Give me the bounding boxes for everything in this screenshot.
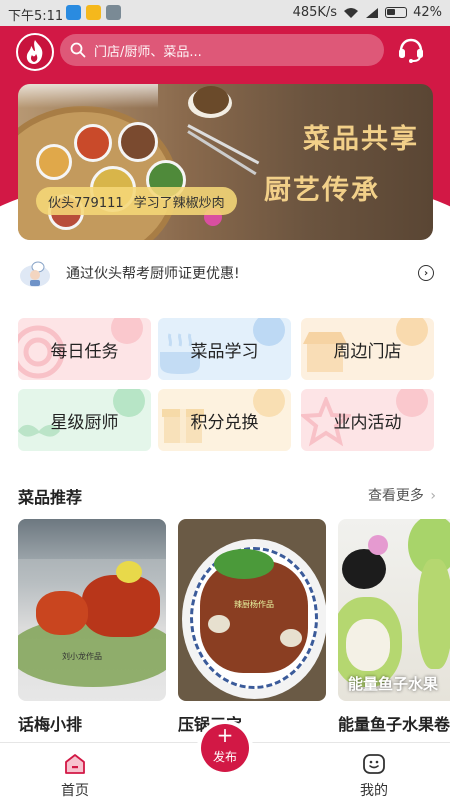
customer-service-icon[interactable] <box>396 35 426 65</box>
tile-star-chef[interactable]: 星级厨师 <box>18 389 151 451</box>
chef-avatar-icon <box>20 261 50 287</box>
section-title: 菜品推荐 <box>18 484 91 508</box>
dish-card[interactable]: 辣厨杨作品 <box>178 519 326 701</box>
dish-name[interactable]: 话梅小排 <box>18 711 82 735</box>
see-more-link[interactable]: 查看更多 › <box>368 485 436 505</box>
dish-name[interactable]: 能量鱼子水果卷 <box>338 711 450 735</box>
home-icon <box>65 754 85 774</box>
dish-card[interactable]: 刘小龙作品 <box>18 519 166 701</box>
roll-image <box>418 559 450 669</box>
nav-home-label: 首页 <box>61 783 89 799</box>
see-more-label: 查看更多 <box>367 488 424 504</box>
banner-title-line2: 厨艺传承 <box>264 175 380 206</box>
home-screen: 下午5:11 485K/s 42% 门店/厨师、菜品... 菜品共享 厨艺传承 … <box>0 0 450 800</box>
sauce <box>193 86 229 114</box>
caviar <box>342 549 386 589</box>
tile-label: 每日任务 <box>50 341 119 362</box>
tile-label: 星级厨师 <box>50 412 119 433</box>
dish-plate <box>118 122 158 162</box>
notice-bar[interactable]: 通过伙头帮考厨师证更优惠! › <box>18 257 436 289</box>
publish-label: 发布 <box>212 750 237 764</box>
clam <box>208 615 230 633</box>
status-bar: 下午5:11 485K/s 42% <box>0 0 450 26</box>
dish-watermark: 刘小龙作品 <box>62 652 102 661</box>
nav-mine[interactable]: 我的 <box>334 743 414 800</box>
dish-overlay-text: 能量鱼子水果 <box>348 675 439 693</box>
search-placeholder: 门店/厨师、菜品... <box>94 44 202 60</box>
garnish <box>116 561 142 583</box>
herb-garnish <box>214 549 274 579</box>
tile-nearby-stores[interactable]: 周边门店 <box>301 318 434 380</box>
wifi-icon <box>344 7 359 18</box>
chopsticks <box>187 124 260 165</box>
clam <box>280 629 302 647</box>
tile-points-exchange[interactable]: 积分兑换 <box>158 389 291 451</box>
kitchen-background <box>18 519 166 559</box>
food-image <box>82 575 160 637</box>
flame-logo-icon[interactable] <box>16 33 54 71</box>
status-time: 下午5:11 <box>8 9 64 24</box>
ticker-user: 伙头779111 <box>48 195 124 211</box>
plus-icon: + <box>216 723 234 747</box>
nav-home[interactable]: 首页 <box>35 743 115 800</box>
dish-plate <box>74 124 112 162</box>
dish-card[interactable]: 能量鱼子水果 <box>338 519 450 701</box>
battery-percent: 42% <box>413 5 442 20</box>
tile-dish-learning[interactable]: 菜品学习 <box>158 318 291 380</box>
food-image <box>36 591 88 635</box>
notification-app-icon <box>86 5 101 20</box>
dish-watermark: 辣厨杨作品 <box>234 600 274 609</box>
tile-daily-task[interactable]: 每日任务 <box>18 318 151 380</box>
search-icon <box>70 42 86 58</box>
tile-label: 积分兑换 <box>190 412 259 433</box>
alipay-icon <box>66 5 81 20</box>
search-input[interactable]: 门店/厨师、菜品... <box>60 34 384 66</box>
network-speed: 485K/s <box>292 5 338 20</box>
flower-garnish <box>368 535 388 555</box>
blossom-decoration <box>18 84 158 108</box>
tile-label: 周边门店 <box>333 341 402 362</box>
publish-button[interactable]: + 发布 <box>201 724 249 772</box>
nav-mine-label: 我的 <box>360 783 388 799</box>
notice-text: 通过伙头帮考厨师证更优惠! <box>66 266 240 282</box>
dish-plate <box>36 144 72 180</box>
chopsticks <box>187 130 257 176</box>
ticker-action: 学习了辣椒炒肉 <box>133 195 225 211</box>
chevron-right-icon[interactable]: › <box>418 265 434 281</box>
chevron-right-icon: › <box>430 488 436 504</box>
screenshot-app-icon <box>106 5 121 20</box>
tile-label: 业内活动 <box>333 412 402 433</box>
roll-filling <box>346 619 390 671</box>
hero-banner[interactable]: 菜品共享 厨艺传承 <box>18 84 433 240</box>
battery-icon <box>385 7 408 18</box>
smile-icon <box>363 754 385 774</box>
signal-icon <box>366 7 379 18</box>
tile-industry-events[interactable]: 业内活动 <box>301 389 434 451</box>
banner-title-line1: 菜品共享 <box>303 124 419 155</box>
tile-label: 菜品学习 <box>190 341 259 362</box>
activity-ticker: 伙头779111 学习了辣椒炒肉 <box>36 187 237 215</box>
